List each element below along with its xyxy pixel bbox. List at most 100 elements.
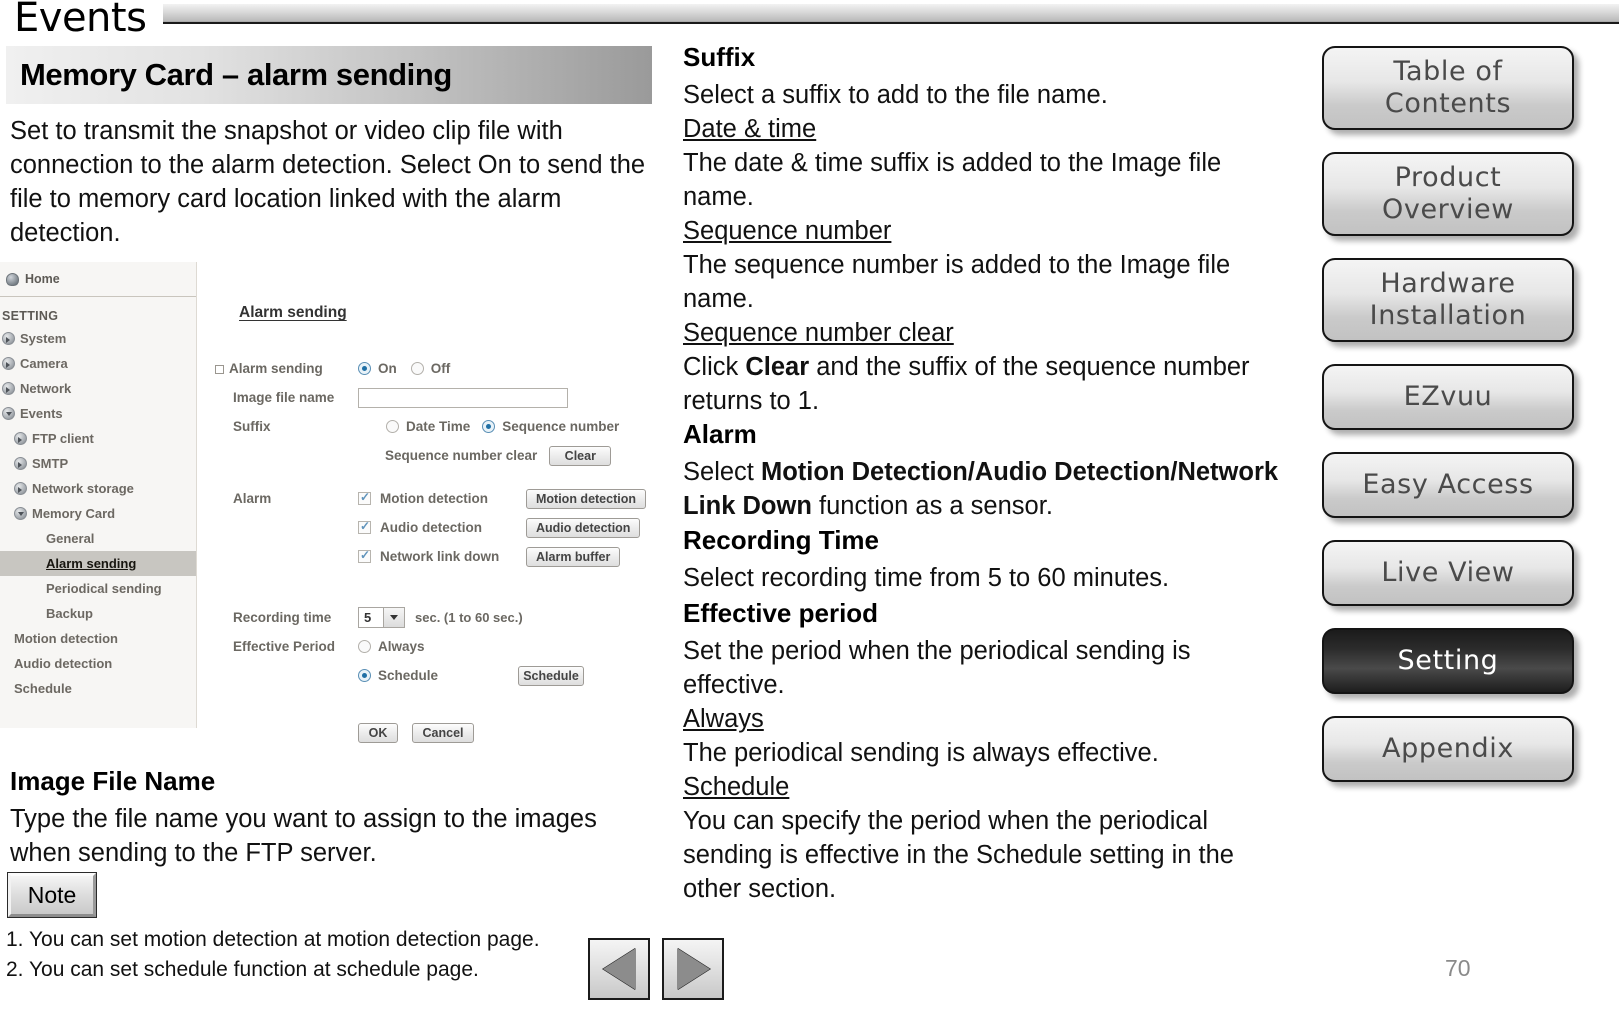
checkbox-audio-detection[interactable] — [358, 519, 371, 534]
clear-button[interactable]: Clear — [549, 445, 612, 466]
sequence-clear-subheading: Sequence number clear — [683, 319, 954, 347]
recording-time-heading: Recording Time — [683, 525, 880, 555]
recording-time-body: Select recording time from 5 to 60 minut… — [683, 564, 1170, 592]
sidebar-item-schedule[interactable]: Schedule — [0, 676, 196, 701]
radio-effective-schedule-label: Schedule — [378, 668, 439, 683]
sidebar-item-label: System — [20, 331, 67, 346]
side-button-ezvuu[interactable]: EZvuu — [1322, 364, 1574, 430]
sidebar-item-camera[interactable]: Camera — [0, 351, 196, 376]
panel-title: Alarm sending — [239, 304, 347, 321]
sidebar-item-ftp-client[interactable]: FTP client — [0, 426, 196, 451]
sidebar-item-label: Schedule — [14, 681, 72, 696]
schedule-button[interactable]: Schedule — [518, 665, 584, 686]
chevron-down-icon[interactable] — [2, 407, 15, 420]
sidebar-item-audio-detection[interactable]: Audio detection — [0, 651, 196, 676]
sidebar-item-label: Backup — [46, 606, 93, 621]
audio-detection-button[interactable]: Audio detection — [526, 517, 641, 538]
side-button-product-overview[interactable]: Product Overview — [1322, 152, 1574, 236]
sidebar-item-general[interactable]: General — [0, 526, 196, 551]
radio-suffix-datetime-label: Date Time — [406, 419, 471, 434]
sidebar-section-title: SETTING — [2, 309, 59, 323]
form-row-actions: OK Cancel — [215, 718, 646, 747]
sidebar-item-backup[interactable]: Backup — [0, 601, 196, 626]
alarm-buffer-button[interactable]: Alarm buffer — [526, 546, 621, 567]
page-nav-arrows — [588, 938, 724, 1000]
next-page-button[interactable] — [662, 938, 724, 1000]
radio-effective-always[interactable] — [358, 640, 371, 653]
form-row-alarm-netlink: Network link down Alarm buffer — [215, 542, 646, 571]
intro-paragraph: Set to transmit the snapshot or video cl… — [10, 117, 646, 247]
sidebar-item-alarm-sending[interactable]: Alarm sending — [0, 551, 196, 576]
radio-alarm-off-label: Off — [430, 361, 451, 376]
form-row-alarm-sending: Alarm sending On Off — [215, 354, 646, 383]
expand-box-icon[interactable] — [215, 364, 224, 374]
side-button-easy-access[interactable]: Easy Access — [1322, 452, 1574, 518]
form-row-effective-schedule: Schedule Schedule — [215, 661, 646, 690]
effective-period-body: Set the period when the periodical sendi… — [683, 637, 1191, 699]
notes-list: 1. You can set motion detection at motio… — [6, 925, 626, 985]
radio-alarm-on[interactable] — [358, 362, 371, 375]
sidebar-item-label: Network — [20, 381, 72, 396]
radio-suffix-datetime[interactable] — [386, 420, 399, 433]
side-button-label: Appendix — [1382, 733, 1514, 765]
checkbox-motion-detection[interactable] — [358, 490, 371, 505]
section-banner-title: Memory Card – alarm sending — [20, 57, 452, 92]
side-nav-buttons: Table of Contents Product Overview Hardware I… — [1322, 46, 1619, 804]
chevron-right-icon[interactable] — [14, 482, 27, 495]
sidebar-item-network-storage[interactable]: Network storage — [0, 476, 196, 501]
side-button-label: EZvuu — [1403, 381, 1493, 413]
sidebar-item-memory-card[interactable]: Memory Card — [0, 501, 196, 526]
chevron-down-icon[interactable] — [14, 507, 27, 520]
sequence-number-clear-label: Sequence number clear — [385, 448, 538, 463]
radio-alarm-off[interactable] — [410, 362, 424, 375]
sidebar-item-label: Periodical sending — [46, 581, 162, 596]
suffix-body: Select a suffix to add to the file name. — [683, 81, 1108, 109]
note-item-1: 1. You can set motion detection at motio… — [6, 928, 540, 951]
sidebar-item-motion-detection[interactable]: Motion detection — [0, 626, 196, 651]
sidebar-item-network[interactable]: Network — [0, 376, 196, 401]
sidebar-item-system[interactable]: System — [0, 326, 196, 351]
form-row-suffix: Suffix Date Time Sequence number — [215, 412, 646, 441]
chevron-right-icon[interactable] — [14, 457, 27, 470]
sidebar-item-events[interactable]: Events — [0, 401, 196, 426]
sidebar-item-label: Memory Card — [32, 506, 116, 521]
radio-alarm-on-label: On — [378, 361, 397, 376]
radio-suffix-sequence-label: Sequence number — [502, 419, 620, 434]
radio-effective-schedule[interactable] — [358, 669, 371, 682]
checkbox-network-link-down[interactable] — [358, 548, 371, 563]
cancel-button[interactable]: Cancel — [412, 722, 474, 743]
chevron-right-icon[interactable] — [2, 357, 15, 370]
sidebar-item-home[interactable]: Home — [0, 262, 196, 297]
sidebar-item-label: Motion detection — [14, 631, 118, 646]
sidebar-item-smtp[interactable]: SMTP — [0, 451, 196, 476]
schedule-body: You can specify the period when the peri… — [683, 807, 1234, 903]
motion-detection-button[interactable]: Motion detection — [526, 488, 646, 509]
side-button-table-of-contents[interactable]: Table of Contents — [1322, 46, 1574, 130]
chevron-right-icon[interactable] — [2, 332, 15, 345]
side-button-appendix[interactable]: Appendix — [1322, 716, 1574, 782]
checkbox-motion-detection-label: Motion detection — [380, 491, 488, 506]
chevron-down-icon[interactable] — [383, 608, 404, 627]
side-button-setting[interactable]: Setting — [1322, 628, 1574, 694]
form-row-image-file-name: Image file name — [215, 383, 646, 412]
recording-time-select[interactable]: 5 — [358, 607, 405, 628]
sidebar-item-label: SMTP — [32, 456, 69, 471]
effective-period-heading: Effective period — [683, 598, 879, 628]
note-button[interactable]: Note — [7, 872, 97, 918]
ui-main-panel: Alarm sending Alarm sending On Off Image… — [197, 262, 660, 743]
sidebar-item-periodical-sending[interactable]: Periodical sending — [0, 576, 196, 601]
sidebar-item-label: Alarm sending — [46, 556, 137, 571]
chevron-right-icon[interactable] — [14, 432, 27, 445]
radio-suffix-sequence[interactable] — [482, 420, 496, 433]
image-file-name-input[interactable] — [358, 387, 568, 408]
previous-page-button[interactable] — [588, 938, 650, 1000]
sequence-body: The sequence number is added to the Imag… — [683, 251, 1231, 313]
chevron-right-icon[interactable] — [2, 382, 15, 395]
recording-time-value: 5 — [364, 610, 372, 625]
side-button-hardware-installation[interactable]: Hardware Installation — [1322, 258, 1574, 342]
ok-button[interactable]: OK — [358, 722, 398, 743]
sidebar-item-label: Network storage — [32, 481, 134, 496]
side-button-live-view[interactable]: Live View — [1322, 540, 1574, 606]
camera-ui-screenshot: Home SETTING System Camera Network Events FT… — [0, 262, 660, 743]
side-button-label: Hardware Installation — [1369, 268, 1527, 331]
